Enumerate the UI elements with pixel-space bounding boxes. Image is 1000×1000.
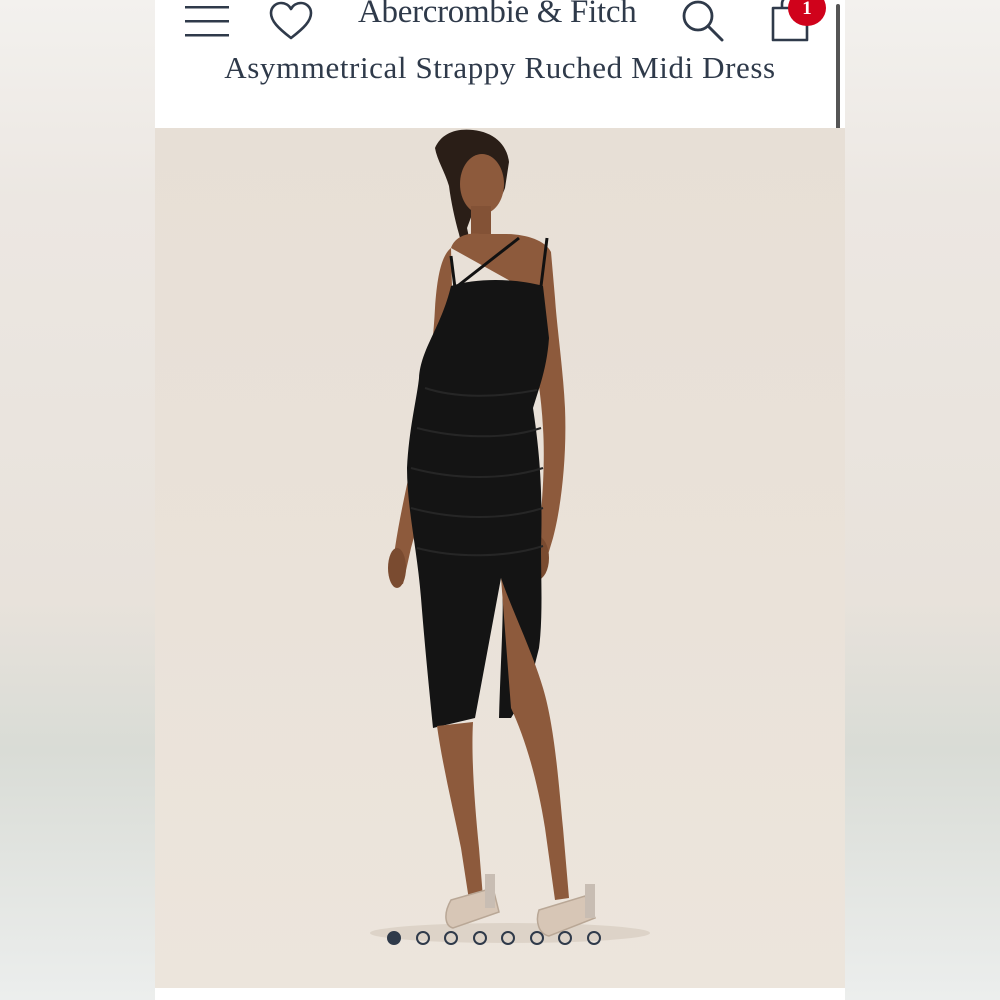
product-image[interactable] bbox=[155, 128, 845, 988]
scrollbar[interactable] bbox=[836, 4, 840, 136]
pagination-dot[interactable] bbox=[415, 931, 430, 945]
mobile-product-page: Abercrombie & Fitch 1 Asymmetrical Strap… bbox=[155, 0, 845, 1000]
pagination-dot[interactable] bbox=[444, 931, 458, 945]
product-title: Asymmetrical Strappy Ruched Midi Dress bbox=[224, 50, 776, 85]
pagination-dot[interactable] bbox=[558, 931, 572, 945]
page-bottom-edge bbox=[155, 988, 845, 1000]
search-icon[interactable] bbox=[680, 0, 726, 44]
pagination-dot[interactable] bbox=[586, 931, 601, 945]
site-header: Abercrombie & Fitch 1 Asymmetrical Strap… bbox=[155, 0, 845, 136]
pagination-dot[interactable] bbox=[387, 931, 401, 945]
pagination-dot[interactable] bbox=[472, 931, 487, 945]
pagination-dot[interactable] bbox=[501, 931, 515, 945]
model-illustration bbox=[370, 129, 650, 943]
heart-icon[interactable] bbox=[268, 0, 314, 42]
brand-logo[interactable]: Abercrombie & Fitch bbox=[358, 0, 637, 31]
pagination-dot[interactable] bbox=[529, 931, 544, 945]
hamburger-menu-icon[interactable] bbox=[183, 2, 231, 40]
